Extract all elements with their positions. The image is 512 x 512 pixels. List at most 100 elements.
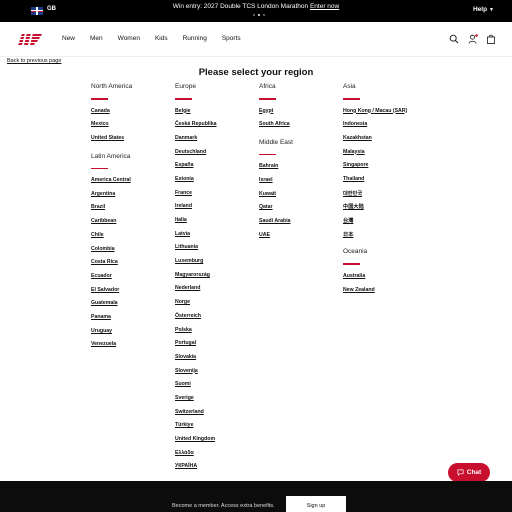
country-link[interactable]: El Salvador — [91, 287, 132, 301]
carousel-dots — [253, 14, 265, 16]
cart-icon[interactable] — [486, 34, 496, 44]
carousel-dot-active[interactable] — [258, 14, 260, 16]
nav-item-kids[interactable]: Kids — [155, 35, 168, 42]
region-column: Asia Hong Kong / Macau (SAR) Indonesia Kaz… — [343, 83, 407, 300]
country-link[interactable]: United Kingdom — [175, 436, 217, 450]
country-link[interactable]: Magyarország — [175, 272, 217, 286]
country-link[interactable]: Caribbean — [91, 218, 132, 232]
country-link[interactable]: 日本 — [343, 231, 407, 245]
country-link[interactable]: Singapore — [343, 162, 407, 176]
region-latin-america: Latin America America Central Argentina Br… — [91, 153, 132, 355]
country-link[interactable]: Guatemala — [91, 300, 132, 314]
country-link[interactable]: Bahrain — [259, 163, 293, 177]
country-link[interactable]: Slovakia — [175, 354, 217, 368]
country-link[interactable]: Saudi Arabia — [259, 218, 293, 232]
country-link[interactable]: España — [175, 162, 217, 176]
country-link[interactable]: Danmark — [175, 135, 217, 149]
nav-item-men[interactable]: Men — [90, 35, 103, 42]
country-link[interactable]: France — [175, 190, 217, 204]
region-column: Africa Egypt South Africa Middle East Bah… — [259, 83, 293, 246]
country-link[interactable]: Ireland — [175, 203, 217, 217]
region-heading: Middle East — [259, 138, 293, 146]
nav-item-running[interactable]: Running — [183, 35, 207, 42]
country-link[interactable]: Israel — [259, 177, 293, 191]
country-link[interactable]: Česká Republika — [175, 121, 217, 135]
country-link[interactable]: Belgie — [175, 108, 217, 122]
country-link[interactable]: Panama — [91, 314, 132, 328]
help-menu[interactable]: Help ▼ — [473, 6, 494, 13]
brand-logo[interactable] — [18, 33, 43, 45]
country-link[interactable]: UAE — [259, 232, 293, 246]
region-heading: Oceania — [343, 248, 368, 256]
back-link[interactable]: Back to previous page — [7, 58, 61, 64]
country-link[interactable]: Lithuania — [175, 244, 217, 258]
country-link[interactable]: Österreich — [175, 313, 217, 327]
country-link[interactable]: 中国大陆 — [343, 203, 407, 217]
country-link[interactable]: America Central — [91, 177, 132, 191]
region-europe: Europe Belgie Česká Republika Danmark Deuts… — [175, 83, 217, 477]
country-link[interactable]: Ecuador — [91, 273, 132, 287]
country-link[interactable]: New Zealand — [343, 287, 407, 301]
main-nav: New Men Women Kids Running Sports — [62, 35, 256, 42]
country-link[interactable]: Brazil — [91, 204, 132, 218]
nav-item-women[interactable]: Women — [118, 35, 140, 42]
region-divider — [343, 263, 360, 265]
country-link[interactable]: Luxemburg — [175, 258, 217, 272]
country-link[interactable]: Mexico — [91, 121, 132, 135]
nav-item-sports[interactable]: Sports — [222, 35, 241, 42]
country-link[interactable]: Canada — [91, 108, 132, 122]
chat-button[interactable]: Chat — [448, 463, 490, 482]
chat-label: Chat — [466, 469, 482, 476]
sign-up-button[interactable]: Sign up — [286, 496, 346, 512]
country-link[interactable]: Colombia — [91, 246, 132, 260]
search-icon[interactable] — [449, 34, 459, 44]
country-link[interactable]: Malaysia — [343, 149, 407, 163]
country-list: Hong Kong / Macau (SAR) Indonesia Kazakhst… — [343, 108, 407, 245]
country-link[interactable]: Switzerland — [175, 409, 217, 423]
country-link[interactable]: Thailand — [343, 176, 407, 190]
country-link[interactable]: УКРАЇНА — [175, 463, 217, 477]
promo-link[interactable]: Enter now — [310, 3, 339, 10]
country-link[interactable]: Türkiye — [175, 422, 217, 436]
carousel-dot[interactable] — [263, 14, 265, 16]
region-middle-east: Middle East Bahrain Israel Kuwait Qatar Saud… — [259, 139, 293, 246]
country-link[interactable]: South Africa — [259, 121, 293, 135]
nav-item-new[interactable]: New — [62, 35, 75, 42]
country-link[interactable]: Italia — [175, 217, 217, 231]
country-link[interactable]: Chile — [91, 232, 132, 246]
chat-bubble-icon — [457, 469, 464, 476]
country-link[interactable]: 台灣 — [343, 217, 407, 231]
country-link[interactable]: Hong Kong / Macau (SAR) — [343, 108, 407, 122]
country-link[interactable]: Suomi — [175, 381, 217, 395]
country-link[interactable]: Kazakhstan — [343, 135, 407, 149]
country-link[interactable]: Costa Rica — [91, 259, 132, 273]
region-divider — [343, 98, 360, 100]
region-africa: Africa Egypt South Africa — [259, 83, 293, 135]
country-link[interactable]: Qatar — [259, 204, 293, 218]
country-link[interactable]: Kuwait — [259, 191, 293, 205]
country-link[interactable]: Ελλάδα — [175, 450, 217, 464]
region-divider — [259, 153, 276, 156]
country-link[interactable]: Egypt — [259, 108, 293, 122]
country-link[interactable]: Indonesia — [343, 121, 407, 135]
country-link[interactable]: Argentina — [91, 191, 132, 205]
region-divider — [91, 98, 108, 100]
country-link[interactable]: Uruguay — [91, 328, 132, 342]
account-icon[interactable] — [468, 34, 478, 44]
country-link[interactable]: Australia — [343, 273, 407, 287]
country-link[interactable]: Latvia — [175, 231, 217, 245]
carousel-dot[interactable] — [253, 14, 255, 16]
country-link[interactable]: Portugal — [175, 340, 217, 354]
country-link[interactable]: Sverige — [175, 395, 217, 409]
country-link[interactable]: Estonia — [175, 176, 217, 190]
country-link[interactable]: Nederland — [175, 285, 217, 299]
country-link[interactable]: United States — [91, 135, 132, 149]
country-link[interactable]: 대한민국 — [343, 190, 407, 204]
country-link[interactable]: Norge — [175, 299, 217, 313]
country-list: Canada Mexico United States — [91, 108, 132, 149]
country-link[interactable]: Venezuela — [91, 341, 132, 355]
country-link[interactable]: Polska — [175, 327, 217, 341]
country-link[interactable]: Deutschland — [175, 149, 217, 163]
country-link[interactable]: Slovenija — [175, 368, 217, 382]
page-title: Please select your region — [198, 67, 314, 78]
